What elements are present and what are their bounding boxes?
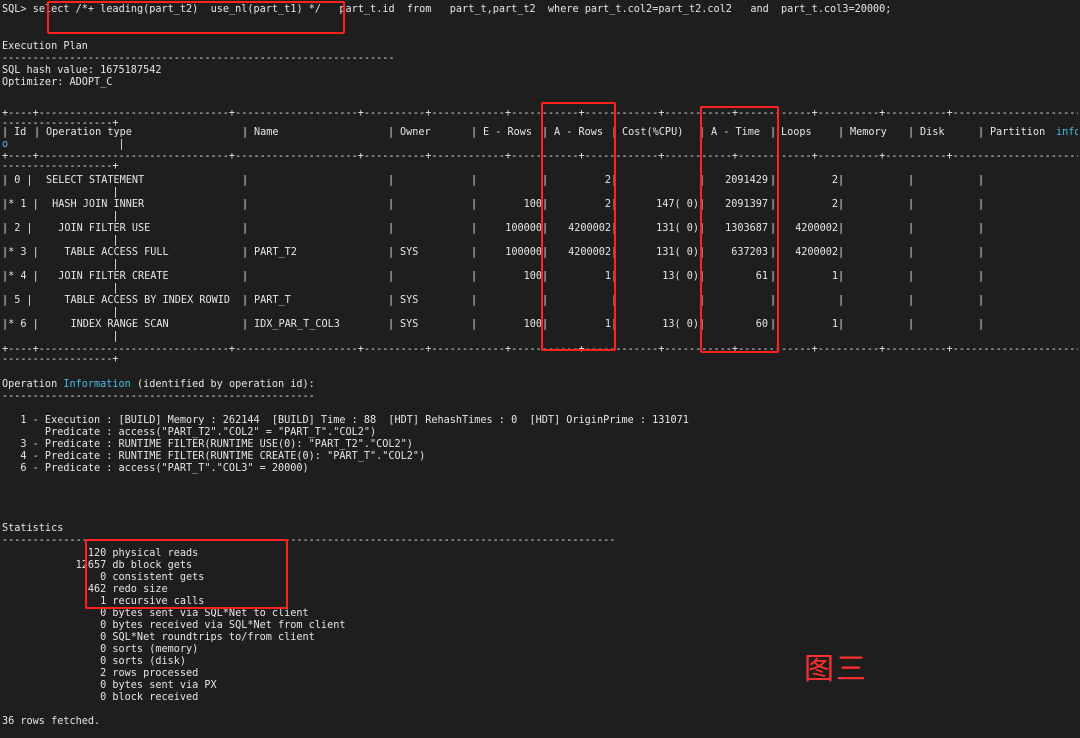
table-row: | 0 | SELECT STATEMENT 2 2091429 2 | | | | | | | | | | [2, 175, 985, 186]
cell-op: HASH JOIN INNER [46, 199, 145, 210]
tree-connector: | [2, 283, 119, 294]
tree-connector: | [2, 259, 119, 270]
header-id: Id [14, 127, 27, 138]
cell-cost: 131( 0) [656, 247, 699, 258]
table-border: ------------------+ [2, 161, 119, 172]
terminal-window[interactable]: SQL> select /*+ leading(part_t2) use_nl(… [0, 0, 1080, 738]
hint-highlight-box [47, 1, 345, 34]
cell-op: JOIN FILTER USE [46, 223, 151, 234]
rows-fetched-footer: 36 rows fetched. [2, 716, 101, 727]
a-time-highlight-box [700, 106, 779, 353]
table-row: |* 3 | TABLE ACCESS FULL PART_T2 SYS 100000… [2, 247, 985, 258]
header-cost: Cost(%CPU) [622, 127, 684, 138]
tree-connector: | [2, 187, 119, 198]
a-rows-highlight-box [541, 102, 616, 351]
header-name: Name [254, 127, 279, 138]
header-owner: Owner [400, 127, 431, 138]
statistics-line: 0 bytes sent via SQL*Net to client [2, 608, 309, 619]
statistics-line: 0 sorts (memory) [2, 644, 199, 655]
cell-loops: 4200002 [795, 247, 838, 258]
sql-hash-value: SQL hash value: 1675187542 [2, 65, 162, 76]
cell-name: PART_T [254, 295, 291, 306]
cell-loops: 2 [831, 175, 838, 186]
cell-loops: 4200002 [795, 223, 838, 234]
statistics-line: 0 bytes sent via PX [2, 680, 217, 691]
header-memory: Memory [850, 127, 887, 138]
table-row: |* 4 | JOIN FILTER CREATE 100 1 13( 0) 61 1 | |… [2, 271, 985, 282]
cell-id: |* 1 | [2, 199, 39, 210]
operation-info-line: 3 - Predicate : RUNTIME FILTER(RUNTIME U… [2, 439, 413, 450]
statistics-line: 0 sorts (disk) [2, 656, 187, 667]
tree-connector: | [2, 307, 119, 318]
plan-title: Execution Plan [2, 41, 88, 52]
operation-info-highlight: Information [63, 379, 131, 390]
plan-rule: ----------------------------------------… [2, 53, 395, 64]
statistics-line: 2 rows processed [2, 668, 199, 679]
cell-op: TABLE ACCESS FULL [46, 247, 169, 258]
cell-id: |* 3 | [2, 247, 39, 258]
operation-info-line: 6 - Predicate : access("PART_T"."COL3" =… [2, 463, 309, 474]
cell-op: TABLE ACCESS BY INDEX ROWID [46, 295, 231, 306]
header-e-rows: E - Rows [483, 127, 533, 138]
cell-id: |* 4 | [2, 271, 39, 282]
cell-op: JOIN FILTER CREATE [46, 271, 169, 282]
operation-info-rule: ----------------------------------------… [2, 391, 315, 402]
header-partition-info: info [1056, 127, 1078, 138]
table-header-row: | Id | Operation type | Name | Owner | E… [2, 127, 1078, 139]
cell-e-rows: 100 [523, 271, 542, 282]
cell-op: INDEX RANGE SCAN [46, 319, 169, 330]
header-operation: Operation type [46, 127, 132, 138]
table-row: | 5 | TABLE ACCESS BY INDEX ROWID PART_T S… [2, 295, 985, 306]
cell-op: SELECT STATEMENT [46, 175, 145, 186]
figure-label: 图三 [804, 652, 868, 687]
statistics-line: 0 bytes received via SQL*Net from client [2, 620, 346, 631]
sql-prompt: SQL> [2, 4, 27, 15]
cell-e-rows: 100 [523, 199, 542, 210]
tree-connector: | [2, 211, 119, 222]
operation-info-line: Predicate : access("PART_T2"."COL2" = "P… [2, 427, 377, 438]
operation-info-line: 1 - Execution : [BUILD] Memory : 262144 … [2, 415, 689, 426]
cell-id: |* 6 | [2, 319, 39, 330]
cell-loops: 1 [831, 319, 838, 330]
tree-connector: | [2, 235, 119, 246]
cell-id: | 5 | [2, 295, 33, 306]
cell-name: IDX_PAR_T_COL3 [254, 319, 340, 330]
cell-name: PART_T2 [254, 247, 297, 258]
header-disk: Disk [920, 127, 945, 138]
cell-loops: 2 [831, 199, 838, 210]
cell-owner: SYS [400, 247, 419, 258]
cell-e-rows: 100000 [505, 247, 542, 258]
cell-cost: 147( 0) [656, 199, 699, 210]
cell-cost: 13( 0) [662, 319, 699, 330]
table-row: | 2 | JOIN FILTER USE 100000 4200002 131( 0… [2, 223, 985, 234]
optimizer-line: Optimizer: ADOPT_C [2, 77, 113, 88]
table-header-wrap: o | [2, 139, 125, 150]
cell-cost: 131( 0) [656, 223, 699, 234]
cell-e-rows: 100000 [505, 223, 542, 234]
operation-info-title: Operation Information (identified by ope… [2, 379, 315, 390]
sql-rest: part_t.id from part_t,part_t2 where part… [339, 4, 892, 15]
operation-info-line: 4 - Predicate : RUNTIME FILTER(RUNTIME C… [2, 451, 426, 462]
cell-loops: 1 [831, 271, 838, 282]
statistics-highlight-box [85, 539, 288, 609]
header-loops: Loops [781, 127, 812, 138]
cell-cost: 13( 0) [662, 271, 699, 282]
statistics-title: Statistics [2, 523, 64, 534]
table-border: ------------------+ [2, 354, 119, 365]
cell-e-rows: 100 [523, 319, 542, 330]
header-partition: Partition [990, 127, 1046, 138]
cell-owner: SYS [400, 295, 419, 306]
table-row: |* 1 | HASH JOIN INNER 100 2 147( 0) 2091397… [2, 199, 985, 210]
cell-id: | 0 | [2, 175, 33, 186]
cell-id: | 2 | [2, 223, 33, 234]
tree-connector: | [2, 331, 119, 342]
statistics-line: 0 block received [2, 692, 199, 703]
statistics-line: 0 SQL*Net roundtrips to/from client [2, 632, 315, 643]
table-row: |* 6 | INDEX RANGE SCAN IDX_PAR_T_COL3 SYS… [2, 319, 985, 330]
cell-owner: SYS [400, 319, 419, 330]
